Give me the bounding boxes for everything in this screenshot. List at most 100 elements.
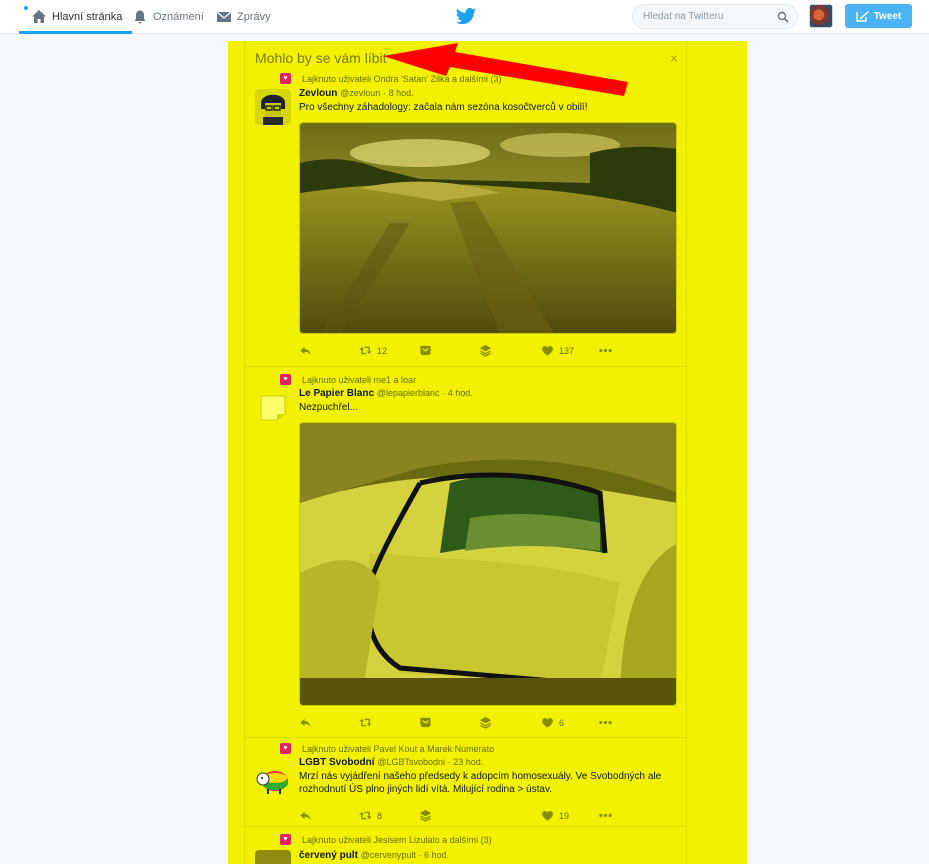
more-icon — [599, 348, 612, 353]
account-avatar[interactable] — [809, 4, 833, 28]
tweet-card[interactable]: Lajknuto uživateli Pavel Kout a Marek Nu… — [245, 739, 686, 827]
tweet-photo[interactable] — [299, 422, 677, 706]
tweet-time[interactable]: · 6 hod. — [419, 850, 450, 860]
retweet-count: 12 — [377, 345, 388, 356]
tweet-time[interactable]: · 23 hod. — [448, 757, 484, 767]
display-name[interactable]: Le Papier Blanc — [299, 388, 374, 399]
retweet-icon — [359, 718, 372, 727]
avatar[interactable] — [255, 761, 291, 797]
bell-icon — [134, 10, 146, 24]
module-close-button[interactable]: × — [670, 50, 678, 66]
you-might-like-module: Mohlo by se vám líbit × Lajknuto uživate… — [244, 41, 687, 864]
tweet-card[interactable]: Lajknuto uživateli Ondra 'Satan' Zilka a… — [245, 69, 686, 367]
tweet-header[interactable]: LGBT Svobodní @LGBTsvobodni · 23 hod. — [299, 757, 483, 768]
tweet-context: Lajknuto uživateli Pavel Kout a Marek Nu… — [280, 743, 494, 754]
search-box[interactable] — [632, 4, 798, 29]
avatar[interactable] — [255, 89, 291, 125]
tweet-time[interactable]: · 4 hod. — [442, 388, 473, 398]
reply-icon — [300, 718, 311, 728]
more-button[interactable] — [599, 344, 612, 357]
tweet-text: Mrzí nás vyjádření našeho předsedy k ado… — [299, 771, 662, 795]
tweet-context-text: Lajknuto uživateli Pavel Kout a Marek Nu… — [302, 743, 495, 754]
tweet-actions: 12 137 — [299, 344, 629, 358]
tweet-actions: 8 19 — [299, 809, 629, 823]
compose-tweet-label: Tweet — [873, 10, 902, 22]
add-to-moment-button[interactable] — [479, 716, 492, 729]
tent-photo — [300, 423, 676, 705]
retweet-button[interactable]: 12 — [359, 344, 387, 357]
reply-icon — [300, 346, 311, 356]
tweet-text: Nezpuchřel... — [299, 402, 358, 413]
add-to-moment-button[interactable] — [479, 344, 492, 357]
display-name[interactable]: LGBT Svobodní — [299, 757, 375, 768]
tweet-header[interactable]: červený pult @cervenypult · 6 hod. — [299, 850, 449, 861]
home-icon — [32, 10, 46, 23]
tweet-header[interactable]: Zevloun @zevloun · 8 hod. — [299, 88, 414, 99]
reply-button[interactable] — [299, 716, 312, 729]
tweet-card[interactable]: Lajknuto uživateli me1 a loar Le Papier … — [245, 368, 686, 738]
more-button[interactable] — [599, 716, 612, 729]
reply-button[interactable] — [299, 344, 312, 357]
like-button[interactable]: 137 — [541, 344, 574, 357]
like-button[interactable]: 6 — [541, 716, 564, 729]
tweet-context-text: Lajknuto uživateli Ondra 'Satan' Zilka a… — [302, 73, 502, 84]
reply-button[interactable] — [299, 809, 312, 822]
display-name[interactable]: Zevloun — [299, 88, 337, 99]
display-name[interactable]: červený pult — [299, 850, 358, 861]
tweet-context-text: Lajknuto uživateli me1 a loar — [302, 374, 417, 385]
avatar[interactable] — [255, 850, 291, 864]
tweet-context-text: Lajknuto uživateli Jesisem Lizulalo a da… — [302, 834, 492, 845]
avatar-image — [255, 89, 291, 125]
like-count: 19 — [559, 810, 570, 821]
retweet-icon — [359, 346, 372, 355]
retweet-icon — [359, 811, 372, 820]
module-title: Mohlo by se vám líbit — [255, 50, 387, 66]
heart-icon — [542, 718, 553, 728]
liked-badge-icon — [280, 834, 291, 845]
tweet-context: Lajknuto uživateli Ondra 'Satan' Zilka a… — [280, 73, 502, 84]
tweet-text: Pro všechny záhadology: začala nám sezón… — [299, 102, 588, 113]
like-button[interactable]: 19 — [541, 809, 569, 822]
user-handle: @zevloun — [340, 88, 381, 98]
more-icon — [599, 720, 612, 725]
tweet-time[interactable]: · 8 hod. — [383, 88, 414, 98]
avatar[interactable] — [255, 390, 291, 426]
tweet-context: Lajknuto uživateli me1 a loar — [280, 374, 416, 385]
nav-notifications[interactable]: Oznámení — [132, 0, 204, 34]
nav-notifications-label: Oznámení — [153, 11, 204, 23]
new-content-dot — [24, 6, 28, 10]
top-navigation-bar: Hlavní stránka Oznámení Zprávy Tweet — [0, 0, 929, 34]
reply-icon — [300, 811, 311, 821]
search-input[interactable] — [643, 11, 773, 22]
user-handle: @LGBTsvobodni — [377, 757, 445, 767]
like-count: 6 — [559, 717, 565, 728]
compose-icon — [855, 11, 869, 22]
direct-message-button[interactable] — [419, 344, 432, 357]
user-handle: @lepapierblanc — [376, 388, 440, 398]
more-icon — [599, 813, 612, 818]
search-icon[interactable] — [777, 11, 789, 23]
heart-icon — [542, 811, 553, 821]
more-button[interactable] — [599, 809, 612, 822]
direct-message-button[interactable] — [419, 716, 432, 729]
nav-home[interactable]: Hlavní stránka — [18, 0, 133, 34]
compose-tweet-button[interactable]: Tweet — [845, 4, 912, 28]
tweet-header[interactable]: Le Papier Blanc @lepapierblanc · 4 hod. — [299, 388, 473, 399]
layers-icon — [479, 716, 492, 729]
avatar-image — [255, 390, 291, 426]
tweet-photo[interactable] — [299, 122, 677, 334]
retweet-button[interactable]: 8 — [359, 809, 382, 822]
direct-message-icon — [420, 345, 431, 356]
add-to-moment-button[interactable] — [419, 809, 432, 822]
tweet-card[interactable]: Lajknuto uživateli Jesisem Lizulalo a da… — [245, 828, 686, 864]
direct-message-icon — [420, 717, 431, 728]
retweet-button[interactable] — [359, 716, 377, 729]
twitter-bird-icon[interactable] — [455, 7, 477, 27]
retweet-count: 8 — [377, 810, 383, 821]
nav-messages[interactable]: Zprávy — [216, 0, 271, 34]
like-count: 137 — [559, 345, 575, 356]
liked-badge-icon — [280, 743, 291, 754]
heart-icon — [542, 346, 553, 356]
envelope-icon — [216, 11, 232, 22]
avatar-image — [255, 761, 291, 797]
